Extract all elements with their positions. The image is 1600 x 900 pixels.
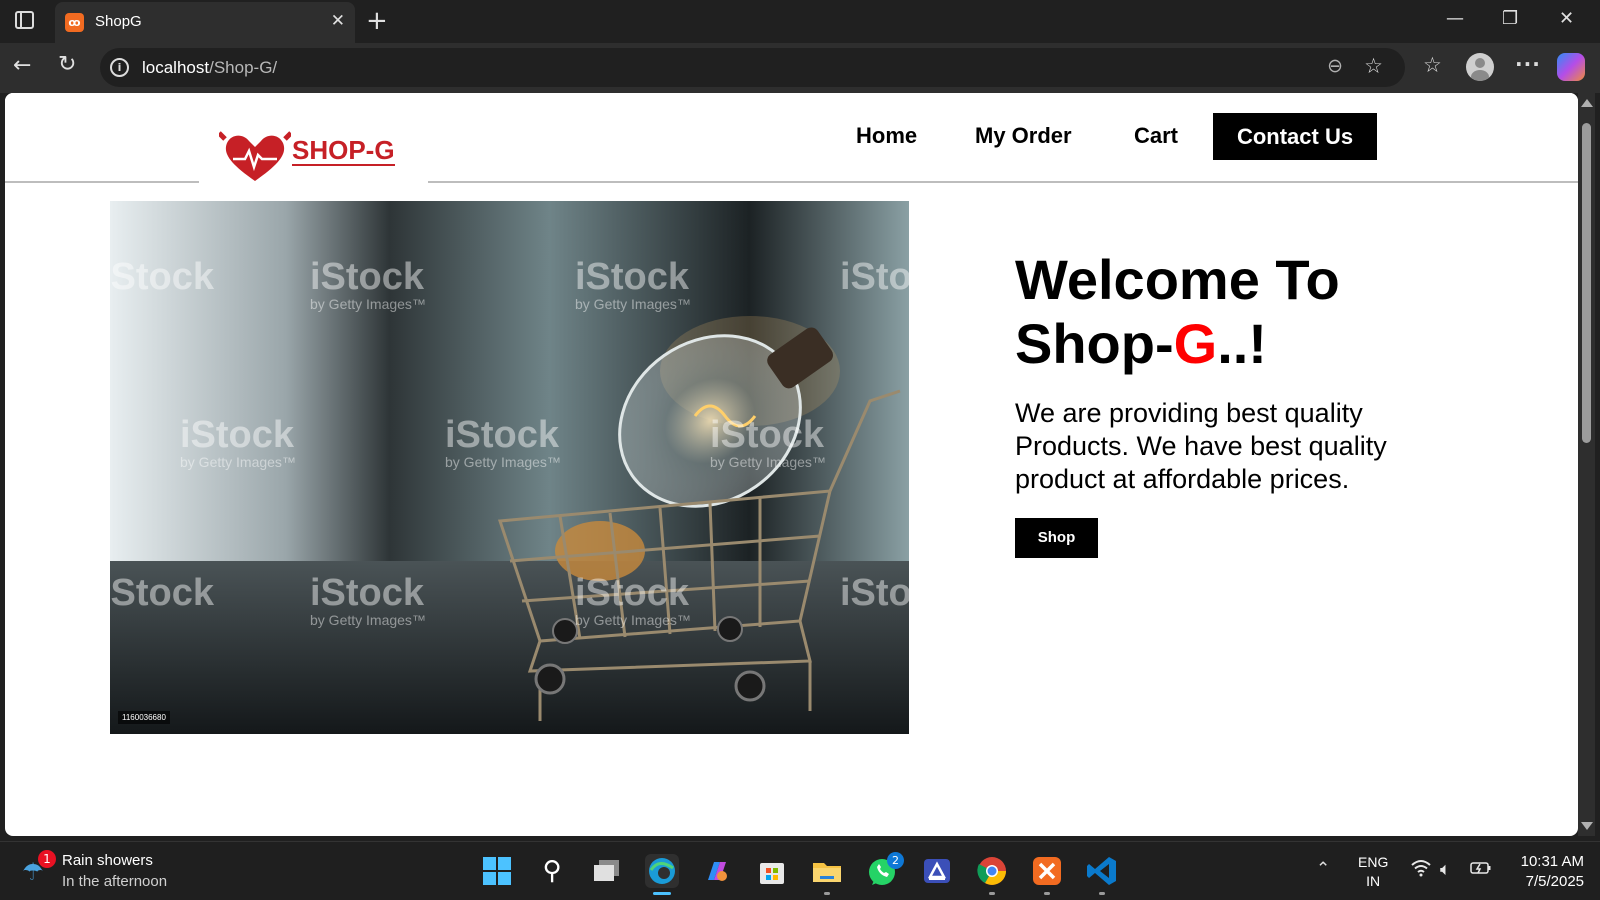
watermark-10: iStock — [575, 572, 690, 614]
watermark-sub-5: by Getty Images™ — [710, 454, 826, 470]
watermark-8: iStock — [110, 572, 215, 614]
chrome-icon[interactable] — [975, 854, 1009, 888]
edge-browser-icon[interactable] — [645, 854, 679, 888]
welcome-description: We are providing best quality Products. … — [1015, 398, 1387, 494]
battery-icon[interactable] — [1470, 859, 1492, 882]
running-indicator — [989, 892, 995, 895]
page-scrollbar[interactable] — [1578, 93, 1595, 836]
tray-expand-icon[interactable]: ⌃ — [1316, 859, 1330, 879]
hero-image: iStock iStock iStock iStock iStock iStoc… — [110, 201, 909, 734]
welcome-suffix: ..! — [1217, 312, 1267, 375]
close-window-icon[interactable]: ✕ — [1559, 8, 1574, 29]
nav-my-order[interactable]: My Order — [975, 123, 1072, 149]
weather-badge: 1 — [38, 850, 56, 868]
image-id-label: 1160036680 — [118, 711, 170, 724]
whatsapp-badge: 2 — [887, 852, 904, 869]
watermark-5: iStock — [180, 414, 295, 456]
address-bar[interactable]: i localhost/Shop-G/ ⊖ ☆ — [100, 48, 1405, 87]
favorite-star-icon[interactable]: ☆ — [1364, 54, 1383, 78]
volume-icon[interactable]: 🔈︎ — [1440, 859, 1451, 880]
watermark-3: iStock — [575, 256, 690, 298]
clock-time: 10:31 AM — [1520, 853, 1584, 870]
browser-tab[interactable]: ꝏ ShopG ✕ — [55, 2, 355, 43]
watermark-sub-4: by Getty Images™ — [445, 454, 561, 470]
tab-title: ShopG — [95, 13, 142, 30]
xampp-icon[interactable] — [1030, 854, 1064, 888]
system-clock[interactable]: 10:31 AM 7/5/2025 — [1506, 852, 1584, 892]
watermark-sub-6: by Getty Images™ — [310, 612, 426, 628]
running-indicator — [1044, 892, 1050, 895]
scroll-up-icon[interactable] — [1581, 99, 1593, 107]
lang-line2: IN — [1366, 873, 1381, 889]
watermark-sub-2: by Getty Images™ — [575, 296, 691, 312]
watermark-6: iStock — [445, 414, 560, 456]
watermark-4: iStock — [840, 256, 909, 298]
welcome-heading: Welcome To Shop-G..! — [1015, 248, 1475, 376]
nav-cart[interactable]: Cart — [1134, 123, 1178, 149]
minimize-icon[interactable]: — — [1446, 8, 1464, 29]
copilot-taskbar-icon[interactable] — [700, 854, 734, 888]
watermark-9: iStock — [310, 572, 425, 614]
zoom-icon[interactable]: ⊖ — [1327, 55, 1343, 77]
page-viewport: SHOP-G Home My Order Cart Contact Us iSt… — [5, 93, 1578, 836]
refresh-icon[interactable]: ↻ — [58, 52, 76, 77]
more-options-icon[interactable]: ··· — [1515, 52, 1541, 76]
scroll-thumb[interactable] — [1582, 123, 1591, 443]
url-host: localhost — [142, 58, 210, 77]
clock-date: 7/5/2025 — [1525, 873, 1584, 890]
running-indicator — [1099, 892, 1105, 895]
azure-app-icon[interactable] — [920, 854, 954, 888]
url-text[interactable]: localhost/Shop-G/ — [142, 58, 277, 78]
taskbar: ☂ 1 Rain showers In the afternoon ⚲ 2 ⌃ … — [0, 841, 1600, 900]
browser-title-bar: ꝏ ShopG ✕ + — ❐ ✕ — [0, 0, 1600, 43]
heart-logo-icon — [219, 131, 291, 181]
site-header: SHOP-G Home My Order Cart Contact Us — [5, 93, 1578, 189]
profile-avatar-icon[interactable] — [1466, 53, 1494, 81]
shopping-cart-lightbulb-photo: iStock iStock iStock iStock iStock iStoc… — [110, 201, 909, 734]
windows-start-icon[interactable] — [480, 854, 514, 888]
restore-icon[interactable]: ❐ — [1502, 8, 1518, 29]
xampp-favicon-icon: ꝏ — [65, 13, 84, 32]
watermark-11: iStock — [840, 572, 909, 614]
logo-text: SHOP-G — [292, 135, 395, 166]
lang-line1: ENG — [1358, 854, 1389, 870]
back-icon[interactable]: ← — [13, 53, 31, 78]
shop-button[interactable]: Shop — [1015, 518, 1098, 558]
file-explorer-icon[interactable] — [810, 854, 844, 888]
browser-toolbar: ← ↻ i localhost/Shop-G/ ⊖ ☆ ☆ ··· — [0, 43, 1600, 93]
favorites-icon[interactable]: ☆ — [1423, 53, 1442, 77]
running-indicator — [824, 892, 830, 895]
watermark-sub-1: by Getty Images™ — [310, 296, 426, 312]
scroll-down-icon[interactable] — [1581, 822, 1593, 830]
watermark-2: iStock — [310, 256, 425, 298]
url-path: /Shop-G/ — [209, 58, 278, 77]
new-tab-icon[interactable]: + — [366, 6, 388, 36]
search-icon[interactable]: ⚲ — [535, 854, 569, 888]
microsoft-store-icon[interactable] — [755, 854, 789, 888]
weather-title[interactable]: Rain showers — [62, 852, 153, 869]
watermark-sub-7: by Getty Images™ — [575, 612, 691, 628]
weather-subtitle[interactable]: In the afternoon — [62, 873, 167, 890]
watermark-7: iStock — [710, 414, 825, 456]
site-info-icon[interactable]: i — [110, 58, 129, 77]
logo[interactable]: SHOP-G — [199, 93, 428, 189]
task-view-icon[interactable] — [590, 854, 624, 888]
tab-close-icon[interactable]: ✕ — [331, 11, 345, 31]
watermark-sub-3: by Getty Images™ — [180, 454, 296, 470]
wifi-icon[interactable] — [1410, 859, 1432, 882]
copilot-icon[interactable] — [1557, 53, 1585, 81]
watermark-1: iStock — [110, 256, 215, 298]
nav-home[interactable]: Home — [856, 123, 917, 149]
active-app-indicator — [653, 892, 671, 895]
welcome-accent: G — [1173, 312, 1218, 375]
nav-contact-us[interactable]: Contact Us — [1213, 113, 1377, 160]
language-indicator[interactable]: ENG IN — [1358, 853, 1388, 891]
tab-actions-icon[interactable] — [15, 11, 34, 29]
vscode-icon[interactable] — [1085, 854, 1119, 888]
